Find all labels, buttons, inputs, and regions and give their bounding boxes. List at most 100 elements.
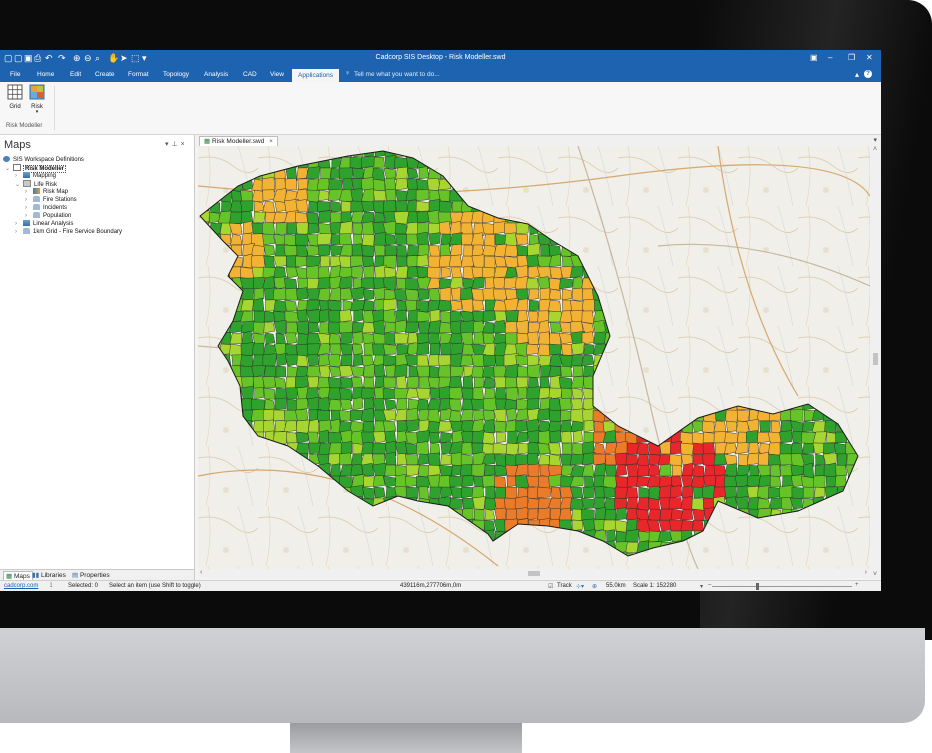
risk-polygon[interactable]: [581, 508, 595, 521]
risk-polygon[interactable]: [551, 486, 562, 499]
risk-polygon[interactable]: [372, 442, 388, 455]
risk-polygon[interactable]: [340, 354, 353, 367]
risk-polygon[interactable]: [581, 310, 595, 325]
risk-polygon[interactable]: [583, 343, 595, 356]
risk-polygon[interactable]: [360, 407, 375, 423]
risk-polygon[interactable]: [287, 365, 298, 378]
tab-home[interactable]: Home: [37, 71, 54, 78]
risk-polygon[interactable]: [461, 387, 474, 401]
risk-polygon[interactable]: [569, 497, 584, 510]
risk-polygon[interactable]: [384, 464, 397, 477]
risk-polygon[interactable]: [625, 541, 639, 554]
scale-dropdown-icon[interactable]: ▾: [700, 583, 703, 590]
risk-polygon[interactable]: [561, 343, 573, 356]
snap-icon[interactable]: ⊹▾: [576, 583, 584, 590]
risk-polygon[interactable]: [559, 321, 573, 334]
risk-polygon[interactable]: [492, 442, 509, 455]
risk-polygon[interactable]: [570, 398, 584, 411]
risk-polygon[interactable]: [647, 508, 661, 521]
risk-polygon[interactable]: [505, 310, 519, 323]
risk-polygon[interactable]: [746, 475, 761, 488]
risk-polygon[interactable]: [581, 331, 595, 345]
risk-polygon[interactable]: [803, 462, 815, 479]
risk-polygon[interactable]: [448, 254, 463, 268]
risk-polygon[interactable]: [394, 319, 408, 334]
risk-polygon[interactable]: [459, 287, 474, 301]
risk-polygon[interactable]: [484, 497, 496, 511]
risk-polygon[interactable]: [272, 288, 288, 301]
risk-polygon[interactable]: [724, 431, 739, 444]
risk-polygon[interactable]: [780, 419, 793, 433]
risk-polygon[interactable]: [382, 343, 398, 356]
pin-icon[interactable]: ⊥: [172, 141, 181, 148]
risk-polygon[interactable]: [515, 420, 529, 433]
risk-polygon[interactable]: [507, 430, 518, 445]
risk-polygon[interactable]: [569, 266, 584, 279]
risk-polygon[interactable]: [428, 232, 441, 246]
risk-polygon[interactable]: [383, 354, 397, 367]
risk-polygon[interactable]: [316, 232, 333, 246]
risk-polygon[interactable]: [789, 409, 804, 422]
risk-polygon[interactable]: [296, 309, 309, 323]
risk-polygon[interactable]: [503, 255, 519, 269]
risk-polygon[interactable]: [417, 288, 430, 301]
risk-polygon[interactable]: [801, 442, 815, 455]
horizontal-scroll-thumb[interactable]: [528, 571, 540, 576]
risk-polygon[interactable]: [263, 321, 276, 334]
risk-polygon[interactable]: [418, 486, 430, 501]
risk-polygon[interactable]: [285, 387, 298, 400]
risk-polygon[interactable]: [593, 331, 606, 345]
risk-polygon[interactable]: [437, 420, 452, 433]
risk-polygon[interactable]: [297, 277, 309, 290]
risk-polygon[interactable]: [429, 342, 441, 357]
risk-polygon[interactable]: [834, 464, 848, 477]
risk-polygon[interactable]: [724, 442, 738, 455]
risk-polygon[interactable]: [802, 486, 815, 499]
risk-polygon[interactable]: [736, 409, 751, 422]
risk-polygon[interactable]: [526, 343, 540, 356]
risk-polygon[interactable]: [482, 354, 496, 367]
risk-polygon[interactable]: [427, 266, 441, 279]
risk-polygon[interactable]: [318, 210, 333, 224]
risk-polygon[interactable]: [262, 189, 276, 202]
risk-polygon[interactable]: [263, 387, 276, 400]
risk-polygon[interactable]: [615, 507, 628, 521]
horizontal-scrollbar[interactable]: ‹ ›: [198, 569, 870, 578]
risk-polygon[interactable]: [351, 265, 364, 279]
risk-polygon[interactable]: [581, 354, 595, 367]
risk-polygon[interactable]: [361, 233, 375, 247]
risk-polygon[interactable]: [350, 188, 364, 203]
risk-polygon[interactable]: [571, 387, 584, 400]
risk-polygon[interactable]: [416, 310, 430, 323]
risk-polygon[interactable]: [549, 397, 562, 412]
risk-polygon[interactable]: [449, 475, 464, 488]
risk-polygon[interactable]: [483, 376, 496, 389]
risk-polygon[interactable]: [251, 254, 266, 269]
risk-polygon[interactable]: [361, 176, 375, 191]
risk-polygon[interactable]: [383, 308, 397, 323]
risk-polygon[interactable]: [383, 321, 397, 334]
risk-polygon[interactable]: [219, 222, 232, 236]
risk-polygon[interactable]: [638, 530, 651, 543]
close-icon[interactable]: ✕: [866, 53, 873, 62]
risk-polygon[interactable]: [450, 353, 463, 368]
risk-polygon[interactable]: [306, 299, 320, 312]
risk-polygon[interactable]: [515, 453, 529, 466]
risk-polygon[interactable]: [305, 166, 321, 180]
risk-polygon[interactable]: [528, 288, 540, 301]
scroll-up-icon[interactable]: ˄: [873, 146, 877, 153]
risk-polygon[interactable]: [505, 376, 518, 389]
risk-polygon[interactable]: [427, 320, 441, 334]
risk-polygon[interactable]: [340, 287, 353, 301]
maximize-icon[interactable]: ❐: [848, 53, 855, 62]
risk-polygon[interactable]: [417, 243, 430, 257]
risk-polygon[interactable]: [283, 420, 298, 433]
risk-polygon[interactable]: [527, 364, 541, 378]
risk-polygon[interactable]: [295, 255, 309, 268]
risk-polygon[interactable]: [759, 420, 771, 433]
risk-polygon[interactable]: [823, 463, 837, 478]
risk-polygon[interactable]: [262, 376, 276, 389]
risk-polygon[interactable]: [558, 376, 573, 391]
risk-polygon[interactable]: [571, 354, 584, 367]
risk-polygon[interactable]: [604, 464, 617, 478]
